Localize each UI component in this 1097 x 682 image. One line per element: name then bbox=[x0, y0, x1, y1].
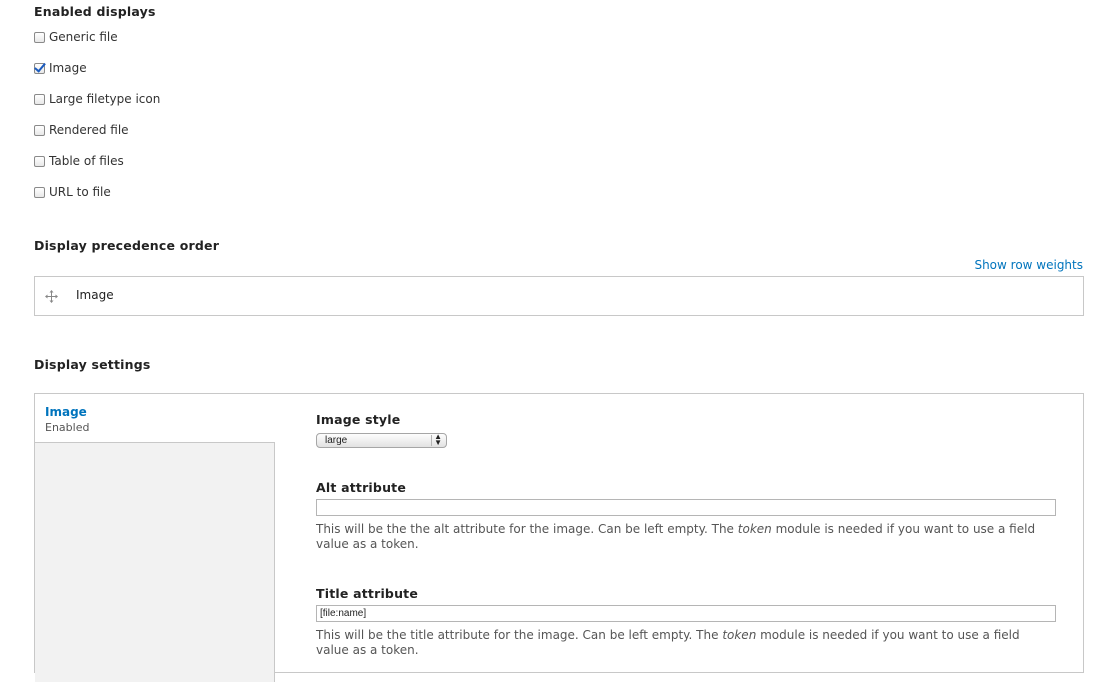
checkbox[interactable] bbox=[34, 186, 45, 198]
vertical-tab-image[interactable]: Image Enabled bbox=[35, 394, 275, 443]
checkbox-url-to-file[interactable]: URL to file bbox=[34, 184, 111, 200]
checkbox-label[interactable]: Image bbox=[49, 61, 87, 75]
precedence-heading: Display precedence order bbox=[34, 238, 220, 253]
table-row-label: Image bbox=[76, 288, 114, 302]
checkbox-label[interactable]: URL to file bbox=[49, 185, 111, 199]
checkbox-label[interactable]: Rendered file bbox=[49, 123, 129, 137]
desc-text: This will be the the alt attribute for t… bbox=[316, 522, 738, 536]
checkbox-table-of-files[interactable]: Table of files bbox=[34, 153, 124, 169]
image-style-select[interactable]: large ▲ ▼ bbox=[316, 433, 447, 448]
vertical-tab-summary: Enabled bbox=[45, 421, 90, 434]
title-attribute-description: This will be the title attribute for the… bbox=[316, 628, 1056, 658]
enabled-displays-heading: Enabled displays bbox=[34, 4, 156, 19]
show-row-weights-link[interactable]: Show row weights bbox=[974, 258, 1083, 272]
vertical-tabs-list-empty bbox=[35, 442, 275, 682]
checkbox-image[interactable]: Image bbox=[34, 60, 87, 76]
vertical-tab-title[interactable]: Image bbox=[45, 405, 87, 419]
alt-attribute-description: This will be the the alt attribute for t… bbox=[316, 522, 1056, 552]
display-settings-heading: Display settings bbox=[34, 357, 151, 372]
checkbox[interactable] bbox=[34, 155, 45, 167]
desc-text: This will be the title attribute for the… bbox=[316, 628, 723, 642]
checkbox-label[interactable]: Large filetype icon bbox=[49, 92, 160, 106]
checkbox[interactable] bbox=[34, 93, 45, 105]
select-divider bbox=[431, 435, 432, 446]
title-attribute-input[interactable] bbox=[316, 605, 1056, 622]
checkbox-label[interactable]: Table of files bbox=[49, 154, 124, 168]
desc-token: token bbox=[737, 522, 772, 536]
checkbox-large-filetype-icon[interactable]: Large filetype icon bbox=[34, 91, 160, 107]
checkbox-rendered-file[interactable]: Rendered file bbox=[34, 122, 129, 138]
alt-attribute-input[interactable] bbox=[316, 499, 1056, 516]
checkbox-label[interactable]: Generic file bbox=[49, 30, 118, 44]
select-arrows-icon: ▲ ▼ bbox=[434, 432, 442, 447]
image-style-value: large bbox=[325, 435, 348, 446]
desc-token: token bbox=[722, 628, 757, 642]
checkbox[interactable] bbox=[34, 124, 45, 136]
vertical-tabs: Image Enabled Image style large ▲ ▼ Alt a… bbox=[34, 393, 1084, 682]
checkbox-checked[interactable] bbox=[34, 62, 45, 74]
precedence-table: Image bbox=[34, 276, 1084, 316]
checkbox[interactable] bbox=[34, 31, 45, 43]
image-style-label: Image style bbox=[316, 412, 401, 427]
drag-handle-icon[interactable] bbox=[45, 290, 58, 303]
alt-attribute-label: Alt attribute bbox=[316, 480, 407, 495]
checkbox-generic-file[interactable]: Generic file bbox=[34, 29, 118, 45]
title-attribute-label: Title attribute bbox=[316, 586, 419, 601]
